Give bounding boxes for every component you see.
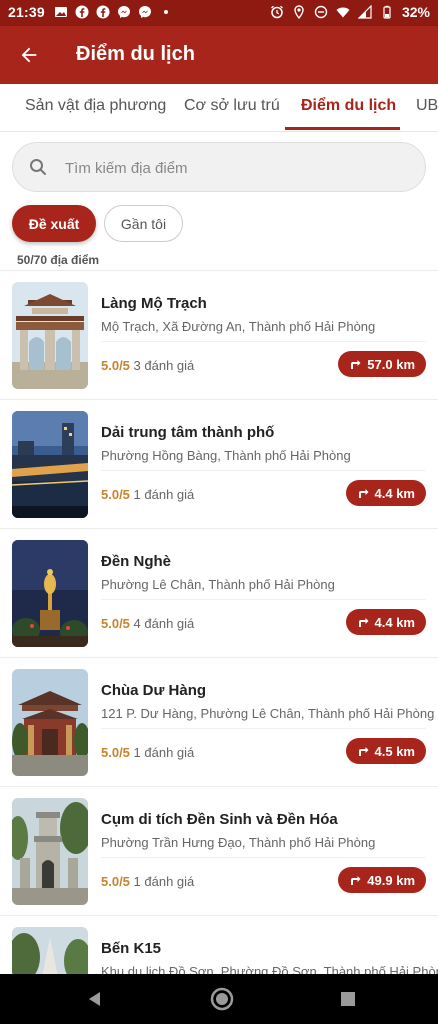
tab-indicator bbox=[285, 127, 400, 130]
divider bbox=[101, 341, 426, 342]
result-count: 50/70 địa điểm bbox=[17, 253, 100, 267]
divider bbox=[101, 599, 426, 600]
review-count: 1 đánh giá bbox=[133, 487, 195, 502]
filter-nearby[interactable]: Gần tôi bbox=[104, 205, 183, 242]
turn-right-icon bbox=[351, 360, 361, 369]
turn-right-icon bbox=[358, 747, 369, 756]
place-name: Chùa Dư Hàng bbox=[101, 682, 207, 699]
place-address: Phường Hồng Bàng, Thành phố Hải Phòng bbox=[101, 448, 351, 463]
signal-icon bbox=[357, 5, 372, 19]
place-name: Dải trung tâm thành phố bbox=[101, 424, 275, 441]
place-name: Cụm di tích Đền Sinh và Đền Hóa bbox=[101, 811, 338, 828]
location-icon bbox=[292, 5, 306, 19]
review-count: 1 đánh giá bbox=[133, 874, 195, 889]
messenger-icon bbox=[117, 5, 131, 19]
rating-score: 5.0/5 bbox=[101, 487, 130, 502]
divider bbox=[101, 728, 426, 729]
place-rating: 5.0/5 1 đánh giá bbox=[101, 874, 194, 889]
do-not-disturb-icon bbox=[314, 5, 328, 19]
image-icon bbox=[54, 5, 68, 19]
tab-local-products[interactable]: Sản vật địa phương bbox=[25, 97, 166, 115]
tab-tourist-spots[interactable]: Điểm du lịch bbox=[301, 97, 396, 115]
status-bar: 21:39 32% bbox=[0, 0, 438, 26]
system-navigation-bar bbox=[0, 974, 438, 1024]
place-rating: 5.0/5 1 đánh giá bbox=[101, 487, 194, 502]
place-thumbnail bbox=[12, 798, 88, 905]
distance-label: 57.0 km bbox=[367, 356, 415, 372]
tab-accommodation[interactable]: Cơ sở lưu trú bbox=[184, 97, 280, 115]
category-tabs: Sản vật địa phương Cơ sở lưu trú Điểm du… bbox=[0, 84, 438, 132]
messenger-icon bbox=[138, 5, 152, 19]
wifi-icon bbox=[336, 5, 350, 19]
list-item[interactable]: Bến K15 Khu du lịch Đồ Sơn, Phường Đồ Sơ… bbox=[0, 915, 438, 974]
battery-level: 32% bbox=[401, 4, 430, 20]
place-name: Làng Mộ Trạch bbox=[101, 295, 207, 312]
place-thumbnail bbox=[12, 669, 88, 776]
facebook-icon bbox=[75, 5, 89, 19]
distance-label: 4.4 km bbox=[374, 485, 415, 501]
list-item[interactable]: Đền Nghè Phường Lê Chân, Thành phố Hải P… bbox=[0, 528, 438, 658]
distance-label: 4.4 km bbox=[374, 614, 415, 630]
directions-button[interactable]: 4.5 km bbox=[345, 738, 426, 764]
place-address: Mộ Trạch, Xã Đường An, Thành phố Hải Phò… bbox=[101, 319, 376, 334]
turn-right-icon bbox=[358, 618, 369, 627]
rating-score: 5.0/5 bbox=[101, 616, 130, 631]
place-name: Đền Nghè bbox=[101, 553, 172, 570]
place-address: Khu du lịch Đồ Sơn, Phường Đồ Sơn, Thành… bbox=[101, 964, 438, 974]
divider bbox=[101, 470, 426, 471]
rating-score: 5.0/5 bbox=[101, 358, 130, 373]
page-title: Điểm du lịch bbox=[76, 43, 195, 65]
place-name: Bến K15 bbox=[101, 940, 162, 957]
nav-back-icon[interactable] bbox=[85, 989, 105, 1009]
nav-recent-apps-icon[interactable] bbox=[340, 991, 356, 1007]
directions-button[interactable]: 49.9 km bbox=[338, 867, 426, 893]
nav-home-icon[interactable] bbox=[209, 986, 235, 1012]
battery-icon bbox=[380, 5, 394, 19]
turn-right-icon bbox=[351, 876, 361, 885]
distance-label: 49.9 km bbox=[367, 872, 415, 888]
tab-ubnd[interactable]: UBND bbox=[416, 97, 438, 115]
filter-recommended[interactable]: Đề xuất bbox=[12, 205, 96, 242]
place-rating: 5.0/5 3 đánh giá bbox=[101, 358, 194, 373]
distance-label: 4.5 km bbox=[374, 743, 415, 759]
directions-button[interactable]: 57.0 km bbox=[338, 351, 426, 377]
place-thumbnail bbox=[12, 540, 88, 647]
status-time: 21:39 bbox=[8, 4, 45, 20]
place-address: 121 P. Dư Hàng, Phường Lê Chân, Thành ph… bbox=[101, 706, 435, 721]
list-item[interactable]: Dải trung tâm thành phố Phường Hồng Bàng… bbox=[0, 399, 438, 529]
system-icons: 32% bbox=[270, 4, 430, 20]
search-input[interactable] bbox=[63, 155, 417, 181]
search-bar[interactable] bbox=[12, 142, 426, 192]
place-address: Phường Trần Hưng Đạo, Thành phố Hải Phòn… bbox=[101, 835, 376, 850]
directions-button[interactable]: 4.4 km bbox=[345, 609, 426, 635]
list-item[interactable]: Làng Mộ Trạch Mộ Trạch, Xã Đường An, Thà… bbox=[0, 270, 438, 400]
list-item[interactable]: Chùa Dư Hàng 121 P. Dư Hàng, Phường Lê C… bbox=[0, 657, 438, 787]
place-address: Phường Lê Chân, Thành phố Hải Phòng bbox=[101, 577, 335, 592]
place-rating: 5.0/5 4 đánh giá bbox=[101, 616, 194, 631]
place-thumbnail bbox=[12, 411, 88, 518]
arrow-left-icon bbox=[21, 47, 37, 63]
turn-right-icon bbox=[358, 489, 369, 498]
places-list: Làng Mộ Trạch Mộ Trạch, Xã Đường An, Thà… bbox=[0, 270, 438, 974]
rating-score: 5.0/5 bbox=[101, 874, 130, 889]
list-item[interactable]: Cụm di tích Đền Sinh và Đền Hóa Phường T… bbox=[0, 786, 438, 916]
review-count: 1 đánh giá bbox=[133, 745, 195, 760]
review-count: 4 đánh giá bbox=[133, 616, 195, 631]
alarm-icon bbox=[270, 5, 284, 19]
notification-icons bbox=[54, 5, 173, 19]
app-bar: Điểm du lịch bbox=[0, 26, 438, 84]
place-thumbnail bbox=[12, 927, 88, 974]
review-count: 3 đánh giá bbox=[133, 358, 195, 373]
facebook-icon bbox=[96, 5, 110, 19]
divider bbox=[101, 857, 426, 858]
search-icon bbox=[29, 158, 47, 176]
more-dot-icon bbox=[159, 5, 173, 19]
place-thumbnail bbox=[12, 282, 88, 389]
place-rating: 5.0/5 1 đánh giá bbox=[101, 745, 194, 760]
rating-score: 5.0/5 bbox=[101, 745, 130, 760]
directions-button[interactable]: 4.4 km bbox=[345, 480, 426, 506]
back-button[interactable] bbox=[14, 40, 44, 70]
